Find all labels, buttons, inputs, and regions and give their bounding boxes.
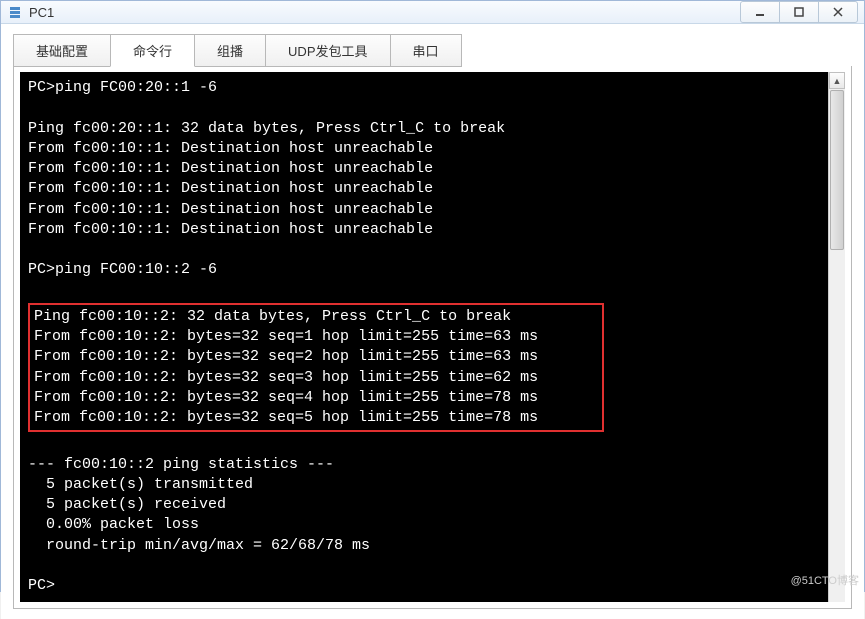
terminal-line: From fc00:10::1: Destination host unreac… bbox=[28, 200, 820, 220]
terminal-line: PC>ping FC00:20::1 -6 bbox=[28, 78, 820, 98]
terminal-line: From fc00:10::2: bytes=32 seq=1 hop limi… bbox=[34, 327, 598, 347]
tab-udp-tool[interactable]: UDP发包工具 bbox=[265, 34, 390, 67]
app-icon bbox=[7, 4, 23, 20]
watermark: @51CTO博客 bbox=[791, 572, 859, 588]
terminal-line: From fc00:10::2: bytes=32 seq=2 hop limi… bbox=[34, 347, 598, 367]
tab-command-line[interactable]: 命令行 bbox=[110, 34, 195, 67]
window-title: PC1 bbox=[29, 5, 741, 20]
scroll-thumb[interactable] bbox=[830, 90, 844, 250]
terminal-line: From fc00:10::1: Destination host unreac… bbox=[28, 220, 820, 240]
content-area: 基础配置 命令行 组播 UDP发包工具 串口 PC>ping FC00:20::… bbox=[1, 24, 864, 619]
minimize-icon bbox=[755, 7, 765, 17]
tab-multicast[interactable]: 组播 bbox=[194, 34, 266, 67]
titlebar: PC1 bbox=[1, 1, 864, 24]
terminal-line: 5 packet(s) received bbox=[28, 495, 820, 515]
terminal-line: PC> bbox=[28, 576, 820, 596]
tab-basic-config[interactable]: 基础配置 bbox=[13, 34, 111, 67]
close-button[interactable] bbox=[818, 1, 858, 23]
highlighted-region: Ping fc00:10::2: 32 data bytes, Press Ct… bbox=[28, 303, 604, 433]
terminal-line: From fc00:10::1: Destination host unreac… bbox=[28, 159, 820, 179]
terminal-output[interactable]: PC>ping FC00:20::1 -6 Ping fc00:20::1: 3… bbox=[20, 72, 828, 602]
terminal-line bbox=[28, 556, 820, 576]
minimize-button[interactable] bbox=[740, 1, 780, 23]
terminal-line bbox=[28, 240, 820, 260]
terminal-line bbox=[28, 98, 820, 118]
terminal-line: round-trip min/avg/max = 62/68/78 ms bbox=[28, 536, 820, 556]
terminal-line: PC>ping FC00:10::2 -6 bbox=[28, 260, 820, 280]
tab-serial[interactable]: 串口 bbox=[390, 34, 462, 67]
scroll-up-button[interactable]: ▲ bbox=[829, 72, 845, 89]
terminal-line: From fc00:10::1: Destination host unreac… bbox=[28, 139, 820, 159]
terminal-line: Ping fc00:10::2: 32 data bytes, Press Ct… bbox=[34, 307, 598, 327]
terminal-line: From fc00:10::2: bytes=32 seq=4 hop limi… bbox=[34, 388, 598, 408]
terminal-line: 5 packet(s) transmitted bbox=[28, 475, 820, 495]
terminal-line: --- fc00:10::2 ping statistics --- bbox=[28, 455, 820, 475]
terminal-line: From fc00:10::2: bytes=32 seq=3 hop limi… bbox=[34, 368, 598, 388]
maximize-button[interactable] bbox=[779, 1, 819, 23]
app-window: PC1 基础配置 命令行 组播 UDP发包工具 串口 PC>ping FC00:… bbox=[0, 0, 865, 592]
terminal-line bbox=[28, 434, 820, 454]
maximize-icon bbox=[794, 7, 804, 17]
terminal-line: Ping fc00:20::1: 32 data bytes, Press Ct… bbox=[28, 119, 820, 139]
window-controls bbox=[741, 1, 858, 23]
terminal-line: 0.00% packet loss bbox=[28, 515, 820, 535]
vertical-scrollbar: ▲ bbox=[828, 72, 845, 602]
terminal-line: From fc00:10::2: bytes=32 seq=5 hop limi… bbox=[34, 408, 598, 428]
terminal-line bbox=[28, 281, 820, 301]
close-icon bbox=[833, 7, 843, 17]
terminal-line: From fc00:10::1: Destination host unreac… bbox=[28, 179, 820, 199]
tab-bar: 基础配置 命令行 组播 UDP发包工具 串口 bbox=[13, 34, 852, 67]
terminal-frame: PC>ping FC00:20::1 -6 Ping fc00:20::1: 3… bbox=[13, 66, 852, 609]
